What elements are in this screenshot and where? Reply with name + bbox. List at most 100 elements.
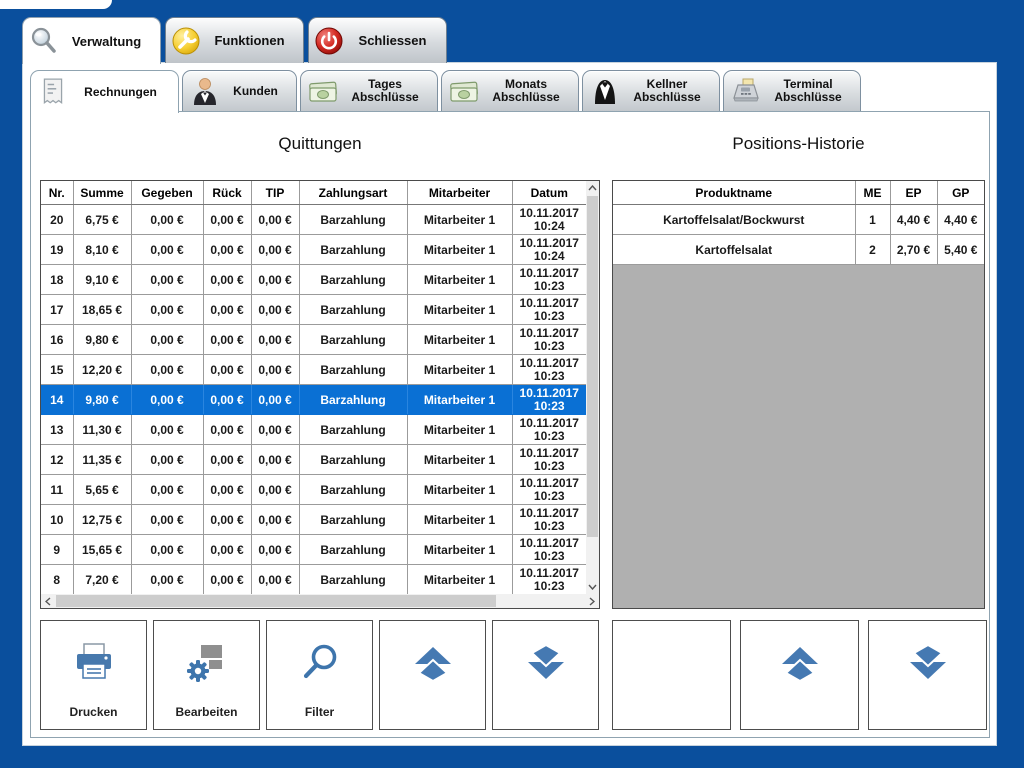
cell[interactable]: 7,20 € [73,565,131,595]
cell[interactable]: 11,35 € [73,445,131,475]
scroll-down-icon[interactable] [586,580,599,594]
cell[interactable]: 15,65 € [73,535,131,565]
cell[interactable]: 9,10 € [73,265,131,295]
scroll-left-icon[interactable] [41,594,55,608]
tab-rechnungen[interactable]: Rechnungen [30,70,179,113]
tab-kunden[interactable]: Kunden [182,70,297,111]
cell[interactable]: 0,00 € [203,205,251,235]
tab-verwaltung[interactable]: Verwaltung [22,17,161,64]
cell[interactable]: Mitarbeiter 1 [407,235,512,265]
cell[interactable]: Barzahlung [299,445,407,475]
cell[interactable]: 0,00 € [203,385,251,415]
cell[interactable]: 12,75 € [73,505,131,535]
cell[interactable]: 10 [41,505,73,535]
table-row[interactable]: Kartoffelsalat22,70 €5,40 € [613,235,984,265]
positions-scroll-down-button[interactable] [868,620,987,730]
cell[interactable]: Barzahlung [299,535,407,565]
cell[interactable]: 9 [41,535,73,565]
cell[interactable]: 0,00 € [131,535,203,565]
cell[interactable]: Mitarbeiter 1 [407,325,512,355]
cell[interactable]: 0,00 € [131,265,203,295]
cell-datum[interactable]: 10.11.201710:23 [512,565,586,595]
horizontal-scrollbar[interactable] [41,594,599,608]
table-row[interactable]: 206,75 €0,00 €0,00 €0,00 €BarzahlungMita… [41,205,586,235]
table-row[interactable]: 115,65 €0,00 €0,00 €0,00 €BarzahlungMita… [41,475,586,505]
cell[interactable]: 0,00 € [131,295,203,325]
cell[interactable]: 0,00 € [131,415,203,445]
drucken-button[interactable]: Drucken [40,620,147,730]
tab-terminal-abschluesse[interactable]: TerminalAbschlüsse [723,70,861,111]
cell[interactable]: Barzahlung [299,295,407,325]
cell[interactable]: 9,80 € [73,385,131,415]
cell[interactable]: Mitarbeiter 1 [407,505,512,535]
cell[interactable]: 19 [41,235,73,265]
cell[interactable]: 8 [41,565,73,595]
cell[interactable]: 20 [41,205,73,235]
positions-scroll-up-button[interactable] [740,620,859,730]
cell-datum[interactable]: 10.11.201710:23 [512,295,586,325]
cell-datum[interactable]: 10.11.201710:24 [512,205,586,235]
cell-datum[interactable]: 10.11.201710:23 [512,415,586,445]
cell[interactable]: 0,00 € [203,325,251,355]
cell-datum[interactable]: 10.11.201710:23 [512,445,586,475]
cell-datum[interactable]: 10.11.201710:23 [512,505,586,535]
cell[interactable]: Barzahlung [299,415,407,445]
cell[interactable]: 0,00 € [251,385,299,415]
cell[interactable]: Barzahlung [299,385,407,415]
cell[interactable]: 0,00 € [251,415,299,445]
cell[interactable]: 2,70 € [890,235,937,265]
table-row[interactable]: 149,80 €0,00 €0,00 €0,00 €BarzahlungMita… [41,385,586,415]
cell[interactable]: Barzahlung [299,265,407,295]
cell[interactable]: Kartoffelsalat [613,235,855,265]
cell[interactable]: 2 [855,235,890,265]
cell[interactable]: 0,00 € [251,565,299,595]
cell[interactable]: Kartoffelsalat/Bockwurst [613,205,855,235]
cell[interactable]: 1 [855,205,890,235]
tab-funktionen[interactable]: Funktionen [165,17,304,63]
cell[interactable]: 0,00 € [251,265,299,295]
table-row[interactable]: 1012,75 €0,00 €0,00 €0,00 €BarzahlungMit… [41,505,586,535]
cell[interactable]: 11,30 € [73,415,131,445]
cell[interactable]: 12,20 € [73,355,131,385]
cell[interactable]: 0,00 € [203,475,251,505]
cell[interactable]: 0,00 € [203,505,251,535]
cell-datum[interactable]: 10.11.201710:23 [512,535,586,565]
table-row[interactable]: 1718,65 €0,00 €0,00 €0,00 €BarzahlungMit… [41,295,586,325]
cell[interactable]: 17 [41,295,73,325]
cell-datum[interactable]: 10.11.201710:23 [512,355,586,385]
cell[interactable]: Barzahlung [299,355,407,385]
cell[interactable]: 0,00 € [131,355,203,385]
cell[interactable]: 0,00 € [251,355,299,385]
cell[interactable]: 0,00 € [131,445,203,475]
cell[interactable]: 0,00 € [251,295,299,325]
cell[interactable]: 0,00 € [131,475,203,505]
cell[interactable]: 0,00 € [203,295,251,325]
cell[interactable]: 18,65 € [73,295,131,325]
tab-tages-abschluesse[interactable]: TagesAbschlüsse [300,70,438,111]
cell[interactable]: 0,00 € [131,205,203,235]
cell[interactable]: Mitarbeiter 1 [407,565,512,595]
cell[interactable]: 8,10 € [73,235,131,265]
cell[interactable]: Barzahlung [299,505,407,535]
cell[interactable]: 18 [41,265,73,295]
cell[interactable]: 6,75 € [73,205,131,235]
cell[interactable]: 5,40 € [937,235,984,265]
table-row[interactable]: Kartoffelsalat/Bockwurst14,40 €4,40 € [613,205,984,235]
table-row[interactable]: 1512,20 €0,00 €0,00 €0,00 €BarzahlungMit… [41,355,586,385]
cell[interactable]: 0,00 € [251,475,299,505]
table-row[interactable]: 198,10 €0,00 €0,00 €0,00 €BarzahlungMita… [41,235,586,265]
scroll-down-button[interactable] [492,620,599,730]
cell[interactable]: 0,00 € [203,445,251,475]
cell[interactable]: Mitarbeiter 1 [407,445,512,475]
vertical-scrollbar[interactable] [586,181,599,594]
cell[interactable]: 0,00 € [131,325,203,355]
cell[interactable]: Barzahlung [299,325,407,355]
table-row[interactable]: 1311,30 €0,00 €0,00 €0,00 €BarzahlungMit… [41,415,586,445]
scroll-right-icon[interactable] [585,594,599,608]
cell[interactable]: Mitarbeiter 1 [407,295,512,325]
empty-button[interactable] [612,620,731,730]
table-row[interactable]: 87,20 €0,00 €0,00 €0,00 €BarzahlungMitar… [41,565,586,595]
filter-button[interactable]: Filter [266,620,373,730]
cell[interactable]: 0,00 € [203,235,251,265]
table-row[interactable]: 915,65 €0,00 €0,00 €0,00 €BarzahlungMita… [41,535,586,565]
